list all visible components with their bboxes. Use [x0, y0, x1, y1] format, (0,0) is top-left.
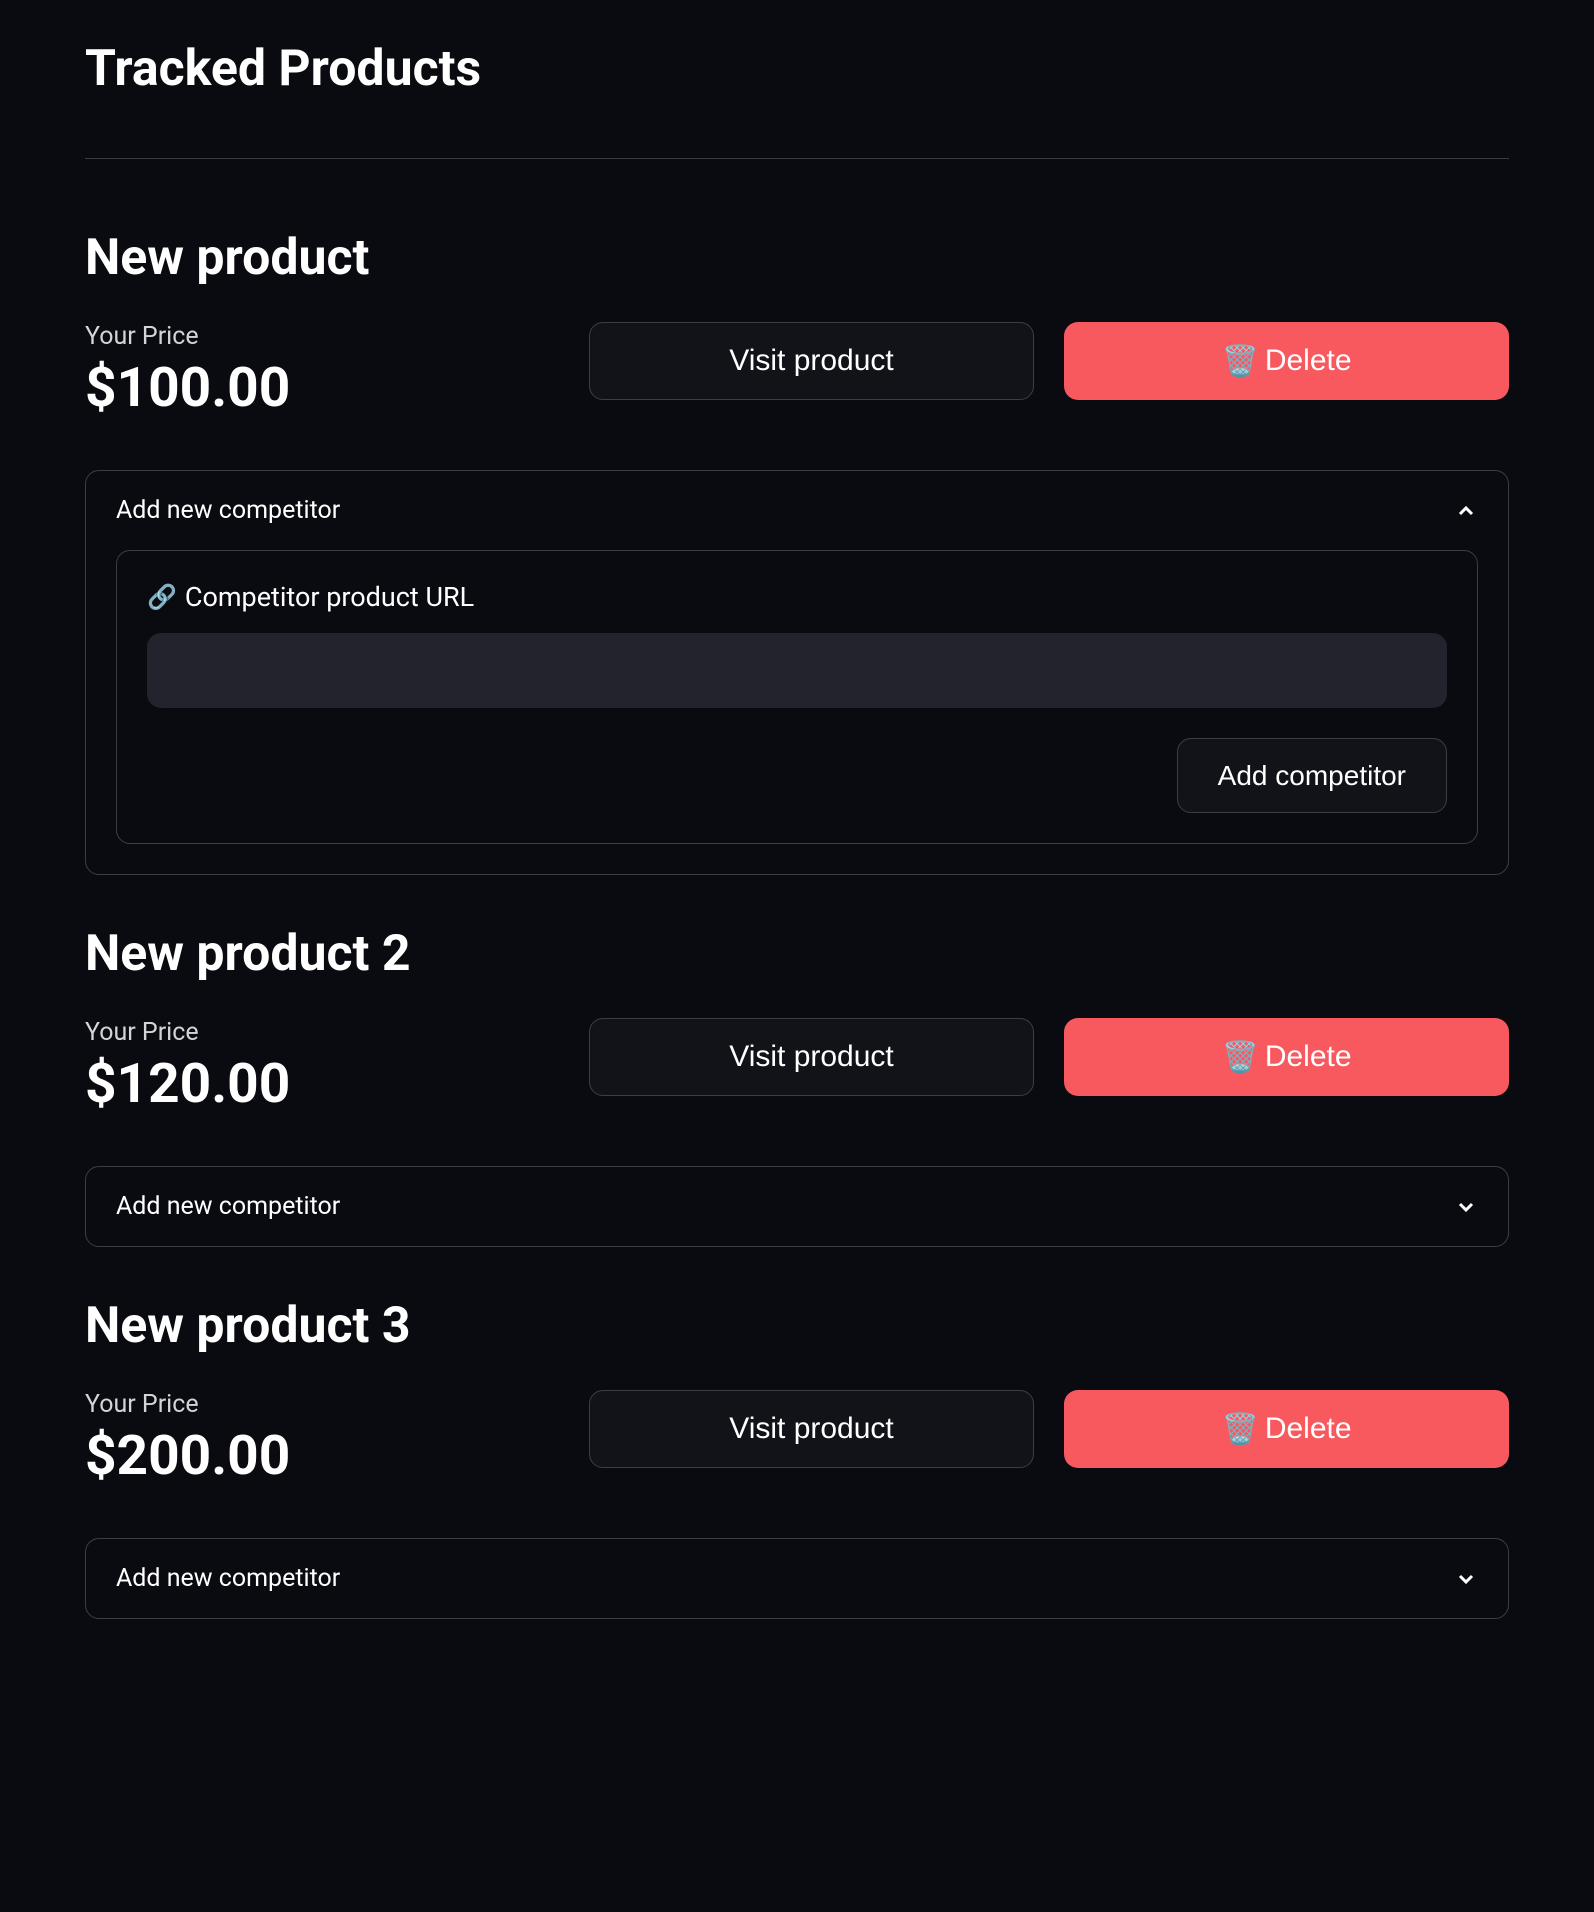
visit-product-button[interactable]: Visit product: [589, 1390, 1034, 1468]
link-icon: 🔗: [147, 583, 177, 611]
competitor-form: 🔗 Competitor product URL Add competitor: [116, 550, 1478, 844]
competitor-toggle[interactable]: Add new competitor: [86, 1167, 1508, 1246]
product-row: Your Price $200.00 Visit product 🗑️ Dele…: [85, 1390, 1509, 1488]
form-actions: Add competitor: [147, 738, 1447, 813]
price-label: Your Price: [85, 1018, 559, 1047]
visit-product-button[interactable]: Visit product: [589, 322, 1034, 400]
trash-icon: 🗑️: [1221, 344, 1258, 379]
delete-product-button[interactable]: 🗑️ Delete: [1064, 1390, 1509, 1468]
price-block: Your Price $200.00: [85, 1390, 559, 1488]
visit-product-button[interactable]: Visit product: [589, 1018, 1034, 1096]
chevron-up-icon: [1454, 499, 1478, 523]
delete-product-button[interactable]: 🗑️ Delete: [1064, 1018, 1509, 1096]
product-row: Your Price $100.00 Visit product 🗑️ Dele…: [85, 322, 1509, 420]
product-name: New product 3: [85, 1297, 1509, 1355]
add-competitor-button[interactable]: Add competitor: [1177, 738, 1447, 813]
delete-product-button[interactable]: 🗑️ Delete: [1064, 322, 1509, 400]
competitor-panel: Add new competitor 🔗 Competitor product …: [85, 470, 1509, 875]
price-label: Your Price: [85, 322, 559, 351]
competitor-url-input[interactable]: [147, 633, 1447, 708]
price-label: Your Price: [85, 1390, 559, 1419]
competitor-url-label: 🔗 Competitor product URL: [147, 581, 1447, 613]
trash-icon: 🗑️: [1221, 1412, 1258, 1447]
competitor-panel: Add new competitor: [85, 1166, 1509, 1247]
competitor-toggle-label: Add new competitor: [116, 1192, 340, 1221]
competitor-toggle[interactable]: Add new competitor: [86, 1539, 1508, 1618]
page-title: Tracked Products: [85, 40, 1509, 98]
chevron-down-icon: [1454, 1567, 1478, 1591]
competitor-toggle-label: Add new competitor: [116, 1564, 340, 1593]
competitor-url-text: Competitor product URL: [185, 581, 474, 613]
delete-label: Delete: [1265, 1412, 1352, 1446]
divider: [85, 158, 1509, 159]
price-value: $100.00: [85, 356, 559, 420]
price-block: Your Price $100.00: [85, 322, 559, 420]
product-card: New product Your Price $100.00 Visit pro…: [85, 229, 1509, 875]
delete-label: Delete: [1265, 1040, 1352, 1074]
trash-icon: 🗑️: [1221, 1040, 1258, 1075]
chevron-down-icon: [1454, 1195, 1478, 1219]
product-card: New product 3 Your Price $200.00 Visit p…: [85, 1297, 1509, 1619]
product-name: New product: [85, 229, 1509, 287]
delete-label: Delete: [1265, 344, 1352, 378]
price-value: $120.00: [85, 1052, 559, 1116]
price-value: $200.00: [85, 1424, 559, 1488]
price-block: Your Price $120.00: [85, 1018, 559, 1116]
product-row: Your Price $120.00 Visit product 🗑️ Dele…: [85, 1018, 1509, 1116]
competitor-toggle[interactable]: Add new competitor: [86, 471, 1508, 550]
product-name: New product 2: [85, 925, 1509, 983]
competitor-toggle-label: Add new competitor: [116, 496, 340, 525]
competitor-body: 🔗 Competitor product URL Add competitor: [86, 550, 1508, 874]
product-card: New product 2 Your Price $120.00 Visit p…: [85, 925, 1509, 1247]
competitor-panel: Add new competitor: [85, 1538, 1509, 1619]
